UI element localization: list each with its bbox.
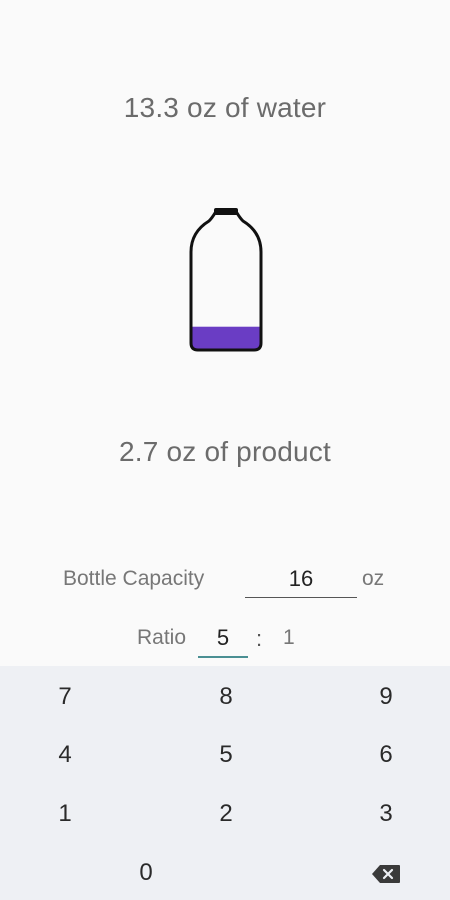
key-8[interactable]: 8 <box>171 672 281 722</box>
key-6[interactable]: 6 <box>331 730 441 780</box>
product-amount-text: 2.7 oz of product <box>119 436 331 467</box>
ratio-second-value: 1 <box>283 626 295 649</box>
numeric-keyboard: 7 8 9 4 5 6 1 2 3 0 <box>0 666 450 900</box>
app-screen: 13.3 oz of water 2.7 oz of product Bottl… <box>0 0 450 900</box>
bottle-graphic <box>187 204 265 354</box>
key-9[interactable]: 9 <box>331 672 441 722</box>
bottle-capacity-input[interactable]: 16 <box>245 563 357 598</box>
ratio-separator: : <box>256 626 263 651</box>
key-1[interactable]: 1 <box>10 789 120 839</box>
bottle-capacity-row: Bottle Capacity 16 oz <box>0 563 450 599</box>
key-2[interactable]: 2 <box>171 789 281 839</box>
bottle-fill-level <box>191 326 261 350</box>
key-0[interactable]: 0 <box>91 848 201 898</box>
ratio-row: Ratio 5 : 1 <box>0 622 450 660</box>
bottle-cap <box>214 208 238 215</box>
key-5[interactable]: 5 <box>171 730 281 780</box>
ratio-input[interactable]: 5 <box>198 622 248 658</box>
key-3[interactable]: 3 <box>331 789 441 839</box>
bottle-capacity-label: Bottle Capacity <box>63 567 205 590</box>
key-7[interactable]: 7 <box>10 672 120 722</box>
bottle-icon <box>189 208 263 352</box>
ratio-label: Ratio <box>137 626 187 649</box>
key-4[interactable]: 4 <box>10 730 120 780</box>
backspace-key[interactable] <box>331 848 441 898</box>
water-amount-text: 13.3 oz of water <box>123 92 327 123</box>
backspace-icon <box>372 864 400 883</box>
capacity-unit-label: oz <box>362 567 385 590</box>
